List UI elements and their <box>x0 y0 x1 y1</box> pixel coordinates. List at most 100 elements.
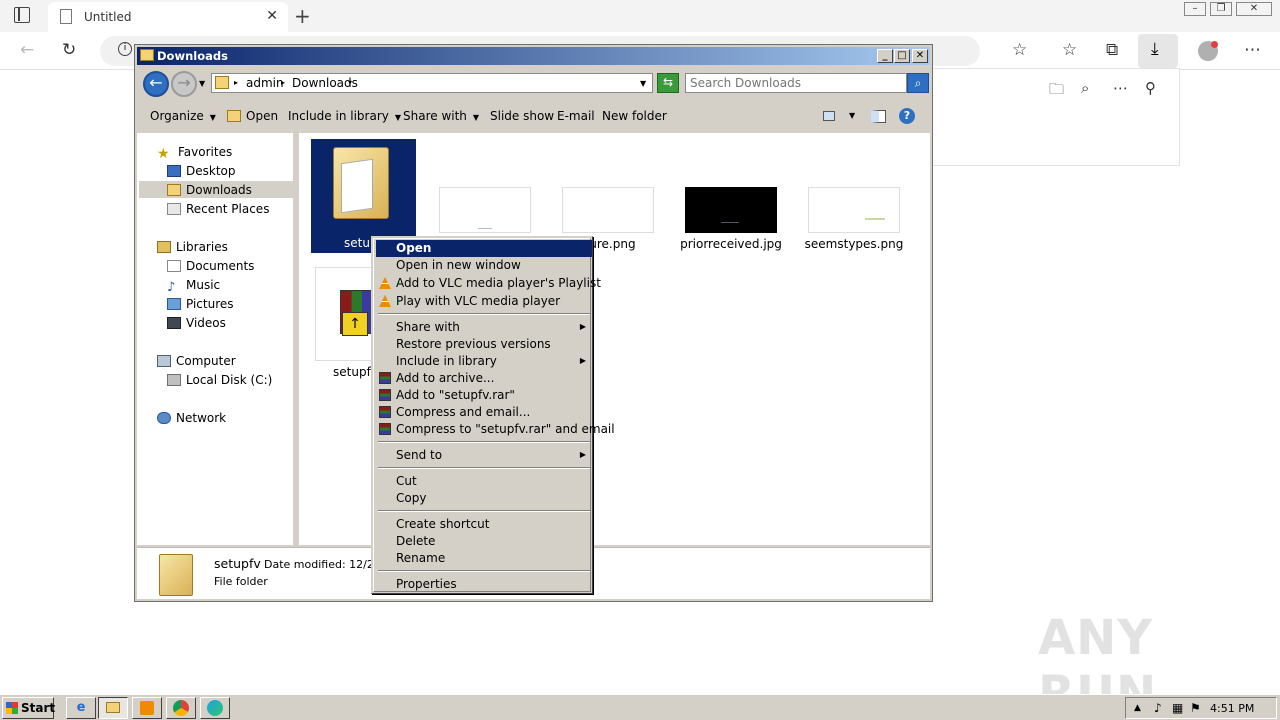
ie-icon[interactable]: e <box>66 697 96 719</box>
media-player-icon[interactable] <box>132 697 162 719</box>
refresh-icon[interactable]: ↻ <box>62 40 76 60</box>
downloads-button[interactable]: ⤓ <box>1138 34 1178 68</box>
restore-icon[interactable]: ❐ <box>1210 2 1232 16</box>
organize-button[interactable]: Organize ▼ <box>150 109 216 123</box>
history-dropdown-icon[interactable]: ▼ <box>199 79 205 88</box>
menu-delete[interactable]: Delete <box>376 533 592 550</box>
menu-copy[interactable]: Copy <box>376 490 592 507</box>
close-window-icon[interactable]: ✕ <box>1236 2 1272 16</box>
explorer-taskbar-button[interactable] <box>98 697 128 719</box>
browser-tab[interactable]: Untitled ✕ <box>48 2 288 32</box>
seemstypes-thumbnail[interactable] <box>808 187 900 233</box>
edge-icon[interactable] <box>200 697 230 719</box>
menu-share-with[interactable]: Share with ▶ <box>376 319 592 336</box>
action-center-flag-icon[interactable]: ⚑ <box>1190 701 1201 715</box>
forward-button[interactable]: → <box>171 71 197 97</box>
menu-add-vlc-playlist[interactable]: Add to VLC media player's Playlist <box>376 275 601 292</box>
menu-rename-label: Rename <box>396 551 446 565</box>
menu-compress-rar-email[interactable]: Compress to "setupfv.rar" and email <box>376 421 615 438</box>
explorer-title-bar[interactable]: Downloads _ □ ✕ <box>137 47 930 65</box>
page-icon <box>60 9 72 24</box>
chrome-icon[interactable] <box>166 697 196 719</box>
view-dropdown-icon[interactable]: ▼ <box>849 111 855 120</box>
menu-send-to[interactable]: Send to ▶ <box>376 447 592 464</box>
menu-add-archive[interactable]: Add to archive... <box>376 370 592 387</box>
include-in-library-button[interactable]: Include in library ▼ <box>288 109 401 123</box>
add-favorite-icon[interactable]: ☆ <box>1012 40 1027 60</box>
nav-desktop[interactable]: Desktop <box>167 164 236 178</box>
search-icon[interactable]: ⌕ <box>907 73 929 93</box>
help-icon[interactable]: ? <box>899 108 915 124</box>
crumb-arrow-icon[interactable]: ▸ <box>234 78 238 87</box>
menu-send-to-label: Send to <box>396 448 443 462</box>
favorites-icon[interactable]: ☆ <box>1062 40 1077 60</box>
crumb-admin[interactable]: admin <box>246 76 284 90</box>
nav-pictures[interactable]: Pictures <box>167 297 234 311</box>
star-icon: ★ <box>157 146 170 162</box>
nav-computer[interactable]: Computer <box>157 354 236 368</box>
menu-rename[interactable]: Rename <box>376 550 592 567</box>
minimize-icon[interactable]: – <box>1184 2 1206 16</box>
tray-expand-icon[interactable]: ▲ <box>1134 703 1141 713</box>
speaker-icon[interactable]: ♪ <box>1154 701 1162 715</box>
menu-add-rar[interactable]: Add to "setupfv.rar" <box>376 387 592 404</box>
info-icon[interactable]: i <box>118 42 132 56</box>
email-button[interactable]: E-mail <box>557 109 595 123</box>
open-folder-icon[interactable]: 🗀 <box>1049 79 1064 104</box>
back-arrow-icon[interactable]: ← <box>20 40 34 60</box>
preview-pane-icon[interactable] <box>871 110 886 123</box>
breadcrumb[interactable]: ▸ admin ▸ Downloads ▾ ▼ <box>211 73 653 93</box>
nav-local-disk[interactable]: Local Disk (C:) <box>167 373 272 387</box>
nav-recent-places[interactable]: Recent Places <box>167 202 269 216</box>
start-button[interactable]: Start <box>2 697 55 719</box>
nav-favorites[interactable]: ★ Favorites <box>157 145 232 162</box>
collections-icon[interactable]: ⧉ <box>1106 40 1118 60</box>
menu-create-shortcut[interactable]: Create shortcut <box>376 516 592 533</box>
new-tab-button[interactable]: + <box>294 4 311 28</box>
close-tab-icon[interactable]: ✕ <box>266 8 278 24</box>
image-thumbnail[interactable] <box>439 187 531 233</box>
minimize-icon[interactable]: _ <box>877 49 893 63</box>
menu-cut[interactable]: Cut <box>376 473 592 490</box>
share-with-button[interactable]: Share with ▼ <box>403 109 479 123</box>
search-icon[interactable]: ⌕ <box>1081 79 1089 97</box>
maximize-icon[interactable]: □ <box>894 49 910 63</box>
nav-network[interactable]: Network <box>157 411 226 425</box>
menu-restore-previous[interactable]: Restore previous versions <box>376 336 592 353</box>
menu-include-library[interactable]: Include in library ▶ <box>376 353 592 370</box>
menu-compress-email[interactable]: Compress and email... <box>376 404 592 421</box>
slide-show-button[interactable]: Slide show <box>490 109 554 123</box>
profile-avatar[interactable] <box>1198 41 1218 61</box>
back-button[interactable]: ← <box>143 71 169 97</box>
more-options-icon[interactable]: ⋯ <box>1113 79 1128 97</box>
crumb-arrow-icon[interactable]: ▾ <box>348 78 352 87</box>
open-button[interactable]: Open <box>227 109 278 123</box>
nav-libraries[interactable]: Libraries <box>157 240 228 254</box>
close-icon[interactable]: ✕ <box>912 49 928 63</box>
menu-open-label: Open <box>396 241 432 255</box>
menu-play-vlc[interactable]: Play with VLC media player <box>376 293 592 310</box>
network-tray-icon[interactable]: ▦ <box>1172 701 1183 715</box>
priorreceived-thumbnail[interactable] <box>685 187 777 233</box>
search-box[interactable] <box>685 73 907 93</box>
view-icon[interactable] <box>823 111 835 121</box>
pin-icon[interactable]: ⚲ <box>1145 79 1156 97</box>
menu-open[interactable]: Open <box>376 240 592 257</box>
culture-thumbnail[interactable] <box>562 187 654 233</box>
search-input[interactable] <box>690 75 900 91</box>
crumb-arrow-icon[interactable]: ▸ <box>281 78 285 87</box>
nav-documents[interactable]: Documents <box>167 259 254 273</box>
clock[interactable]: 4:51 PM <box>1210 702 1254 715</box>
nav-music[interactable]: ♪ Music <box>167 278 220 295</box>
tab-actions-icon[interactable] <box>14 7 30 23</box>
refresh-button[interactable]: ⇆ <box>657 73 679 93</box>
nav-downloads[interactable]: Downloads <box>167 183 252 197</box>
menu-properties[interactable]: Properties <box>376 576 592 593</box>
nav-videos[interactable]: Videos <box>167 316 226 330</box>
new-folder-button[interactable]: New folder <box>602 109 667 123</box>
menu-open-new-window[interactable]: Open in new window <box>376 257 592 274</box>
more-icon[interactable]: ⋯ <box>1244 40 1261 60</box>
address-dropdown-icon[interactable]: ▼ <box>640 79 646 88</box>
pictures-icon <box>167 298 181 310</box>
vlc-icon <box>379 277 391 289</box>
